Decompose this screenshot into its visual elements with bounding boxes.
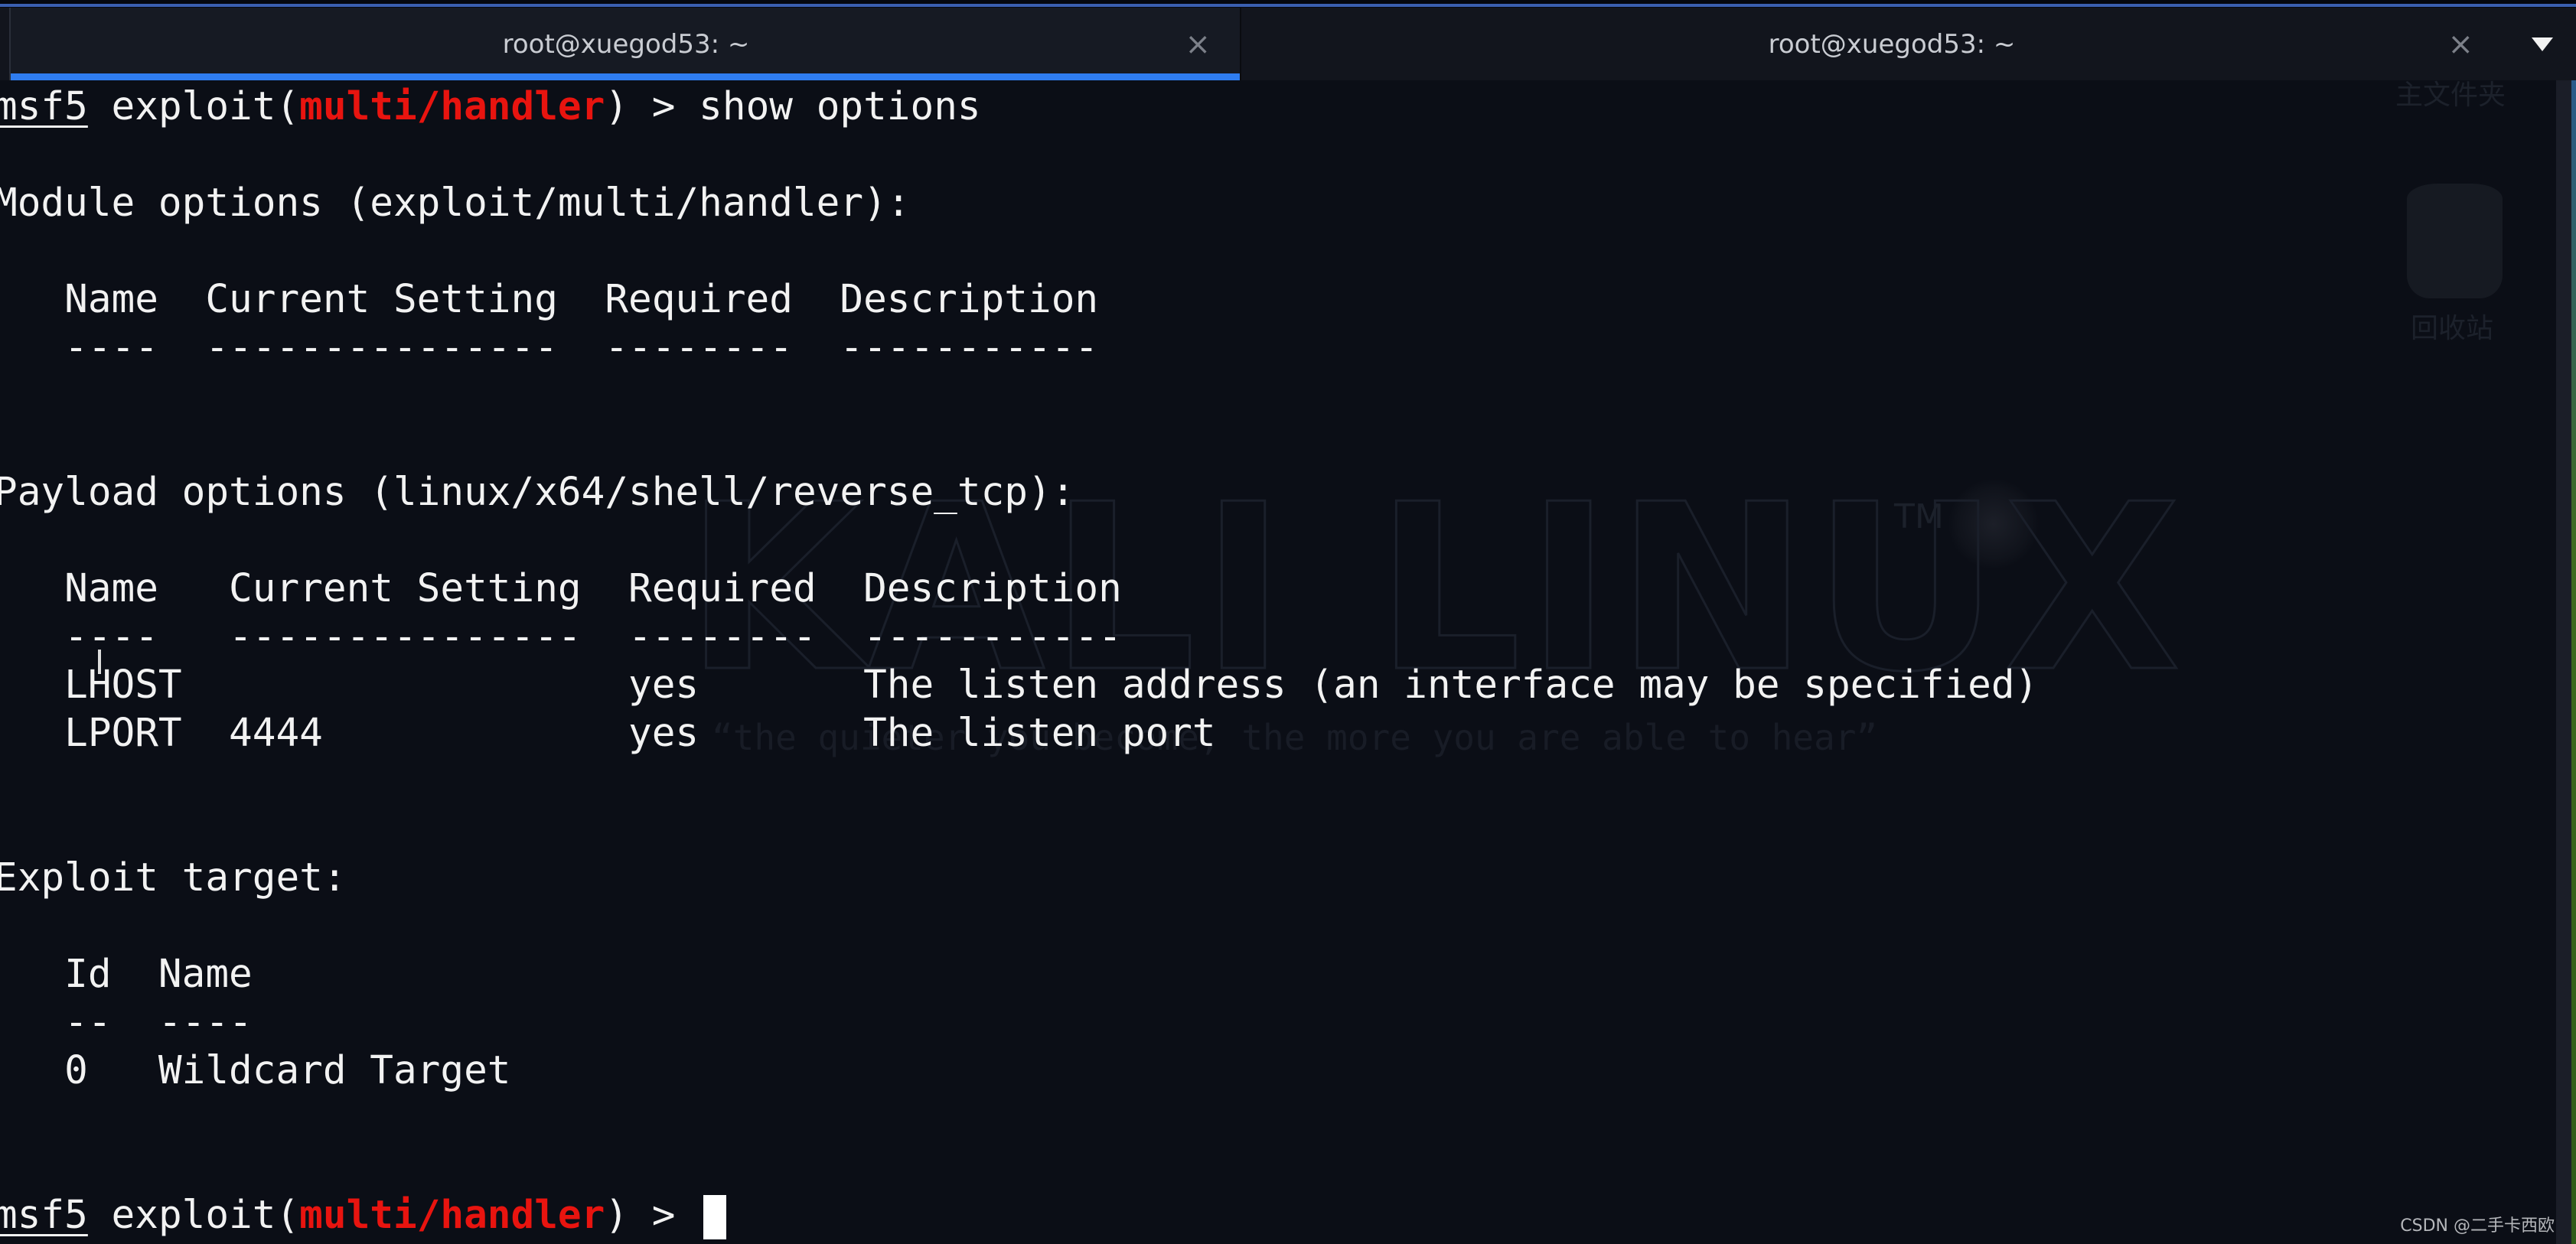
terminal-output[interactable]: KALI LINUX TM “the quieter you become, t… [0, 80, 2556, 1244]
payload-options-header: Name Current Setting Required Descriptio… [0, 566, 1122, 611]
exploit-target-rule: -- ---- [0, 1000, 253, 1045]
tab-title: root@xuegod53: ~ [1768, 28, 2016, 60]
terminal-lines: msf5 exploit(multi/handler) > show optio… [0, 83, 2038, 1239]
exploit-target-heading: Exploit target: [0, 855, 347, 900]
command-text: show options [699, 84, 981, 129]
tab-title: root@xuegod53: ~ [502, 28, 750, 60]
prompt-prefix: msf5 [0, 84, 88, 129]
table-row: LPORT 4444 yes The listen port [0, 711, 1216, 756]
tab-terminal-1[interactable]: root@xuegod53: ~ × [9, 8, 1241, 80]
prompt-mid: exploit( [87, 1193, 300, 1238]
scrollbar[interactable] [2556, 80, 2576, 1244]
text-cursor [703, 1195, 727, 1239]
chevron-down-icon[interactable] [2532, 37, 2553, 51]
prompt-mid: exploit( [87, 84, 300, 129]
table-row: LHOST yes The listen address (an interfa… [0, 663, 2039, 708]
close-icon[interactable]: × [2447, 27, 2473, 62]
csdn-watermark: CSDN @二手卡西欧 [2400, 1216, 2555, 1236]
mouse-ibeam-cursor [98, 650, 101, 674]
trash-icon [2407, 184, 2503, 298]
desktop-trash-label: 回收站 [2411, 313, 2494, 344]
window-top-border [0, 0, 2576, 8]
tab-terminal-2[interactable]: root@xuegod53: ~ × [1240, 8, 2542, 80]
prompt-suffix: ) > [605, 1193, 699, 1238]
prompt-line[interactable]: msf5 exploit(multi/handler) > [0, 1191, 2038, 1239]
prompt-line: msf5 exploit(multi/handler) > show optio… [0, 83, 2038, 131]
table-row: 0 Wildcard Target [0, 1048, 511, 1093]
payload-options-heading: Payload options (linux/x64/shell/reverse… [0, 470, 1075, 515]
tab-bar: root@xuegod53: ~ × root@xuegod53: ~ × [0, 8, 2576, 82]
prompt-prefix: msf5 [0, 1193, 88, 1238]
module-options-heading: Module options (exploit/multi/handler): [0, 181, 911, 226]
exploit-target-header: Id Name [0, 952, 253, 997]
prompt-suffix: ) > [605, 84, 699, 129]
desktop-home-folder-label: 主文件夹 [2395, 80, 2506, 111]
prompt-module: multi/handler [299, 1193, 605, 1238]
close-icon[interactable]: × [1185, 27, 1211, 62]
prompt-module: multi/handler [299, 84, 605, 129]
payload-options-rule: ---- --------------- -------- ----------… [0, 614, 1122, 659]
module-options-header: Name Current Setting Required Descriptio… [0, 277, 1099, 322]
module-options-rule: ---- --------------- -------- ----------… [0, 325, 1099, 370]
